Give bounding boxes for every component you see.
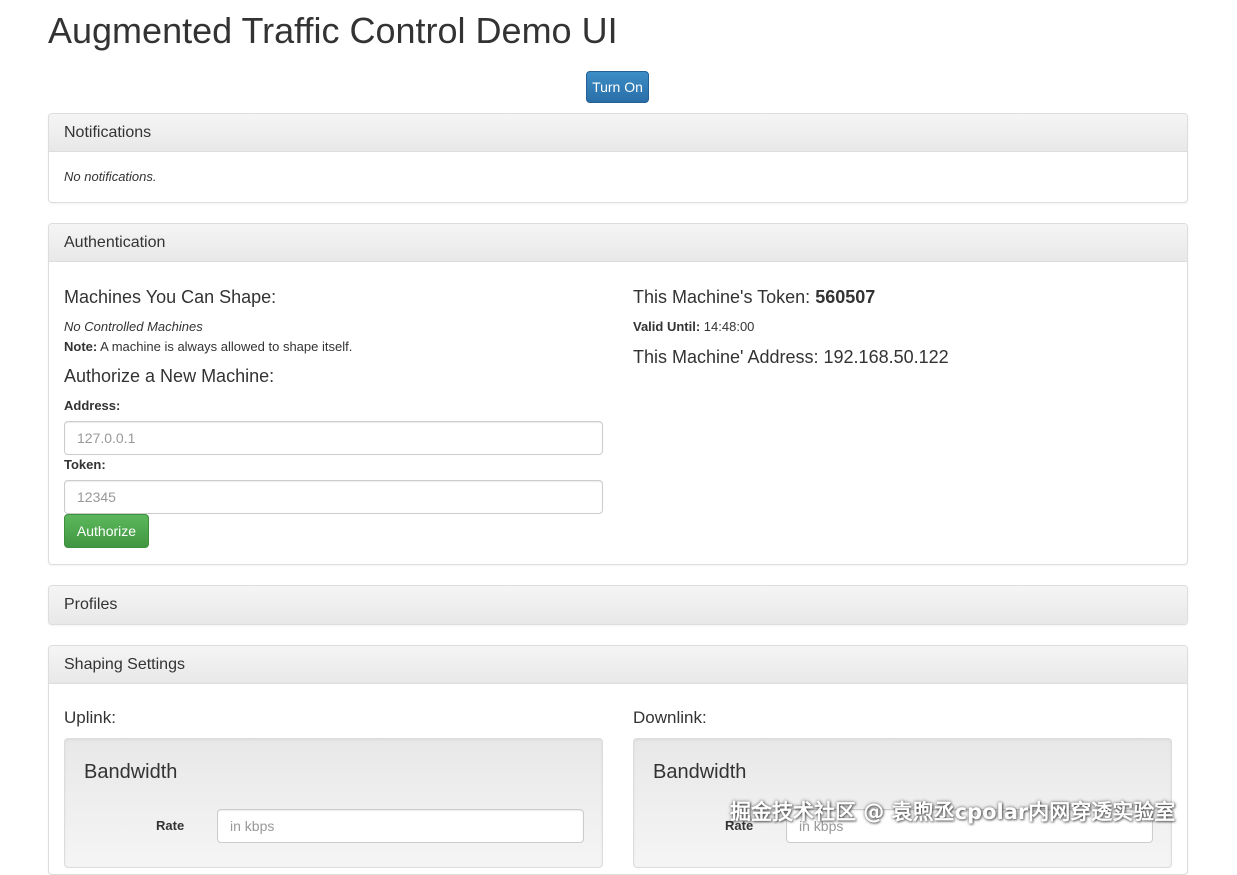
token-label: Token:	[64, 457, 106, 472]
token-title: This Machine's Token:	[633, 287, 811, 307]
uplink-bandwidth-title: Bandwidth	[84, 761, 178, 783]
uplink-rate-label: Rate	[156, 818, 185, 833]
authentication-heading: Authentication	[49, 224, 1187, 262]
shaping-settings-heading: Shaping Settings	[49, 646, 1187, 684]
address-label: Address:	[64, 398, 121, 413]
authorize-title: Authorize a New Machine:	[64, 366, 275, 386]
valid-until-value: 14:48:00	[703, 319, 755, 334]
authentication-panel: Authentication Machines You Can Shape: N…	[48, 223, 1188, 565]
downlink-label: Downlink:	[633, 708, 707, 727]
machines-title: Machines You Can Shape:	[64, 287, 277, 307]
profiles-heading[interactable]: Profiles	[49, 586, 1187, 624]
profiles-panel[interactable]: Profiles	[48, 585, 1188, 625]
address-input[interactable]	[64, 421, 603, 455]
note-label: Note:	[64, 339, 98, 354]
no-machines-text: No Controlled Machines	[64, 319, 203, 334]
authorize-button[interactable]: Authorize	[64, 514, 149, 548]
shaping-settings-panel: Shaping Settings Uplink: Downlink: Bandw…	[48, 645, 1188, 875]
notifications-panel: Notifications No notifications.	[48, 113, 1188, 203]
machine-address: This Machine' Address: 192.168.50.122	[633, 347, 949, 367]
note-text: A machine is always allowed to shape its…	[100, 339, 353, 354]
notifications-heading: Notifications	[49, 114, 1187, 152]
valid-until-label: Valid Until:	[633, 319, 701, 334]
uplink-bandwidth-well: Bandwidth Rate	[64, 738, 603, 868]
token-line: This Machine's Token: 560507	[633, 287, 875, 308]
uplink-label: Uplink:	[64, 708, 116, 727]
notifications-empty-text: No notifications.	[64, 169, 157, 184]
token-value: 560507	[815, 287, 876, 307]
watermark-text: 掘金技术社区 @ 袁煦丞cpolar内网穿透实验室	[730, 800, 1176, 824]
downlink-bandwidth-title: Bandwidth	[653, 761, 747, 783]
page-title: Augmented Traffic Control Demo UI	[48, 10, 618, 51]
turn-on-button[interactable]: Turn On	[586, 71, 649, 103]
note-line: Note: A machine is always allowed to sha…	[64, 339, 352, 354]
uplink-rate-input[interactable]	[217, 809, 584, 843]
valid-until-line: Valid Until: 14:48:00	[633, 319, 754, 334]
token-input[interactable]	[64, 480, 603, 514]
